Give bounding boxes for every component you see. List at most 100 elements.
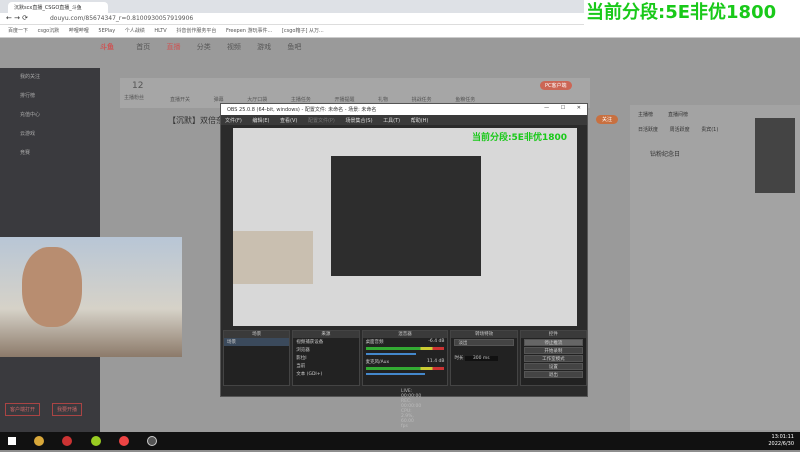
bookmark[interactable]: Freepen 游玩事件...: [226, 28, 272, 34]
bookmarks-bar: 百度一下 csgo沉默 哔哩哔哩 5EPlay 个人战绩 HLTV 抖音创作服务…: [0, 25, 800, 38]
sidebar-item[interactable]: 充值中心: [0, 106, 100, 125]
bookmark[interactable]: 5EPlay: [98, 28, 115, 34]
volume-slider[interactable]: [365, 353, 417, 355]
dock-header: 转场特效: [451, 331, 517, 338]
nav-item[interactable]: 鱼吧: [287, 43, 301, 51]
sidebar-item[interactable]: 排行榜: [0, 87, 100, 106]
rank-subtab[interactable]: 周活跃度: [670, 127, 690, 133]
volume-slider[interactable]: [365, 373, 425, 375]
rank-tab[interactable]: 主播榜: [638, 112, 653, 118]
streamer-face: [22, 247, 82, 327]
stat-item[interactable]: 直播开关: [170, 97, 190, 103]
mixer-level: 11.4 dB: [427, 359, 445, 364]
chrome-icon[interactable]: [118, 436, 129, 446]
bookmark[interactable]: csgo沉默: [38, 28, 60, 34]
obs-preview[interactable]: 当前分段:5E非优1800: [233, 128, 577, 326]
menu-item[interactable]: 查看(V): [280, 118, 297, 124]
bookmark[interactable]: 哔哩哔哩: [69, 28, 89, 34]
windows-start-icon[interactable]: [8, 437, 16, 445]
obs-icon[interactable]: [147, 436, 158, 446]
obs-menubar: 文件(F) 编辑(E) 查看(V) 配置文件(P) 场景集合(S) 工具(T) …: [221, 115, 587, 125]
source-item[interactable]: 浏览器: [293, 346, 358, 354]
duration-input[interactable]: 300 ms: [464, 356, 498, 361]
obs-window: OBS 25.0.8 (64-bit, windows) - 配置文件: 未命名…: [220, 103, 588, 429]
bookmark[interactable]: 个人战绩: [125, 28, 145, 34]
scene-item[interactable]: 场景: [224, 338, 290, 346]
go-live-button[interactable]: 我要开播: [52, 403, 83, 416]
obs-statusbar: LIVE: 00:00:00 REC: 00:00:00 CPU: 2.9%, …: [401, 389, 422, 429]
rank-overlay: 当前分段:5E非优1800: [584, 0, 800, 26]
bookmark[interactable]: [csgo箱子] 从万...: [282, 28, 324, 34]
app-icon[interactable]: [90, 436, 101, 446]
douyu-logo[interactable]: 斗鱼: [100, 43, 114, 51]
webcam-feed: [0, 237, 182, 357]
sidebar-item[interactable]: 竞赛: [0, 144, 100, 163]
rank-subtab[interactable]: 贵宾(1): [701, 127, 718, 133]
menu-item[interactable]: 帮助(H): [411, 118, 429, 124]
follow-button[interactable]: 关注: [596, 115, 619, 124]
controls-dock: 控件 停止推流 开始录制 工作室模式 设置 退出: [519, 330, 587, 386]
menu-item[interactable]: 编辑(E): [252, 118, 269, 124]
mixer-track-name: 麦克风/Aux: [365, 360, 390, 365]
start-recording-button[interactable]: 开始录制: [523, 347, 583, 354]
nav-item[interactable]: 视频: [227, 43, 241, 51]
ad-portrait[interactable]: [755, 118, 795, 193]
site-nav: 斗鱼 首页 直播 分类 视频 游戏 鱼吧: [100, 42, 360, 64]
preview-nested-obs: [331, 156, 481, 276]
source-item[interactable]: 视频捕获设备: [293, 338, 358, 346]
clock-date: 2022/6/30: [768, 441, 794, 447]
menu-item[interactable]: 文件(F): [225, 118, 242, 124]
volume-meter: [365, 347, 445, 350]
stop-stream-button[interactable]: 停止推流: [523, 339, 583, 346]
sidebar-item[interactable]: 我的关注: [0, 68, 100, 87]
bookmark[interactable]: HLTV: [154, 28, 166, 34]
dock-header: 来源: [293, 331, 359, 338]
back-icon[interactable]: ← → ⟳: [6, 14, 28, 22]
mixer-dock: 混音器 桌面音频 -6.4 dB 麦克风/Aux 11.4 dB: [361, 330, 449, 386]
preview-overlay-text: 当前分段:5E非优1800: [471, 133, 567, 143]
dock-header: 控件: [520, 331, 586, 338]
scenes-dock: 场景 场景: [223, 330, 291, 386]
nav-item[interactable]: 游戏: [257, 43, 271, 51]
url-text[interactable]: douyu.com/85674347_r=0.8100930057919906: [50, 15, 193, 22]
bookmark[interactable]: 抖音创作服务平台: [176, 28, 216, 34]
obs-title: OBS 25.0.8 (64-bit, windows) - 配置文件: 未命名…: [227, 107, 377, 113]
dock-header: 场景: [224, 331, 290, 338]
app-icon[interactable]: [62, 436, 73, 446]
rank-subtab[interactable]: 日活跃度: [638, 127, 658, 133]
clock[interactable]: 13:01:11 2022/6/30: [768, 434, 794, 448]
rank-tab[interactable]: 直播间榜: [668, 112, 688, 118]
menu-item[interactable]: 工具(T): [383, 118, 400, 124]
client-open-button[interactable]: 客户端打开: [5, 403, 41, 416]
transition-select[interactable]: 淡出: [454, 339, 514, 346]
fan-label: 主播粉丝: [124, 95, 145, 101]
obs-titlebar: OBS 25.0.8 (64-bit, windows) - 配置文件: 未命名…: [221, 104, 587, 115]
nav-item[interactable]: 首页: [136, 43, 150, 51]
transitions-dock: 转场特效 淡出 时长 300 ms: [450, 330, 518, 386]
source-item[interactable]: 影拉I: [293, 354, 358, 362]
source-item[interactable]: 当前: [293, 362, 358, 370]
pc-client-button[interactable]: PC客户端: [540, 81, 572, 90]
clock-time: 13:01:11: [771, 434, 794, 440]
sources-dock: 来源 视频捕获设备 浏览器 影拉I 当前 文本 (GDI+): [292, 330, 360, 386]
preview-webcam: [233, 231, 313, 284]
nav-item[interactable]: 分类: [197, 43, 211, 51]
source-item[interactable]: 文本 (GDI+): [293, 370, 358, 378]
nav-item[interactable]: 直播: [166, 43, 180, 51]
menu-item[interactable]: 场景集合(S): [345, 118, 372, 124]
exit-button[interactable]: 退出: [523, 371, 583, 378]
settings-button[interactable]: 设置: [523, 363, 583, 370]
window-controls[interactable]: — ☐ ✕: [544, 105, 581, 111]
bookmark[interactable]: 百度一下: [8, 28, 28, 34]
fan-count: 12: [132, 81, 144, 91]
menu-item[interactable]: 配置文件(P): [308, 118, 335, 124]
volume-meter: [365, 367, 445, 370]
duration-label: 时长: [454, 356, 464, 361]
sidebar-item[interactable]: 云游戏: [0, 125, 100, 144]
mixer-track-name: 桌面音频: [365, 340, 384, 345]
dock-header: 混音器: [362, 331, 448, 338]
studio-mode-button[interactable]: 工作室模式: [523, 355, 583, 362]
app-icon[interactable]: [34, 436, 45, 446]
stats-items: 直播开关 弹幕 大厅口袋 主播任务 开播提醒 礼物 挑战任务 鱼粮任务: [170, 96, 475, 103]
browser-tab[interactable]: 沉默scx直播_CSGO直播_斗鱼: [8, 2, 108, 13]
